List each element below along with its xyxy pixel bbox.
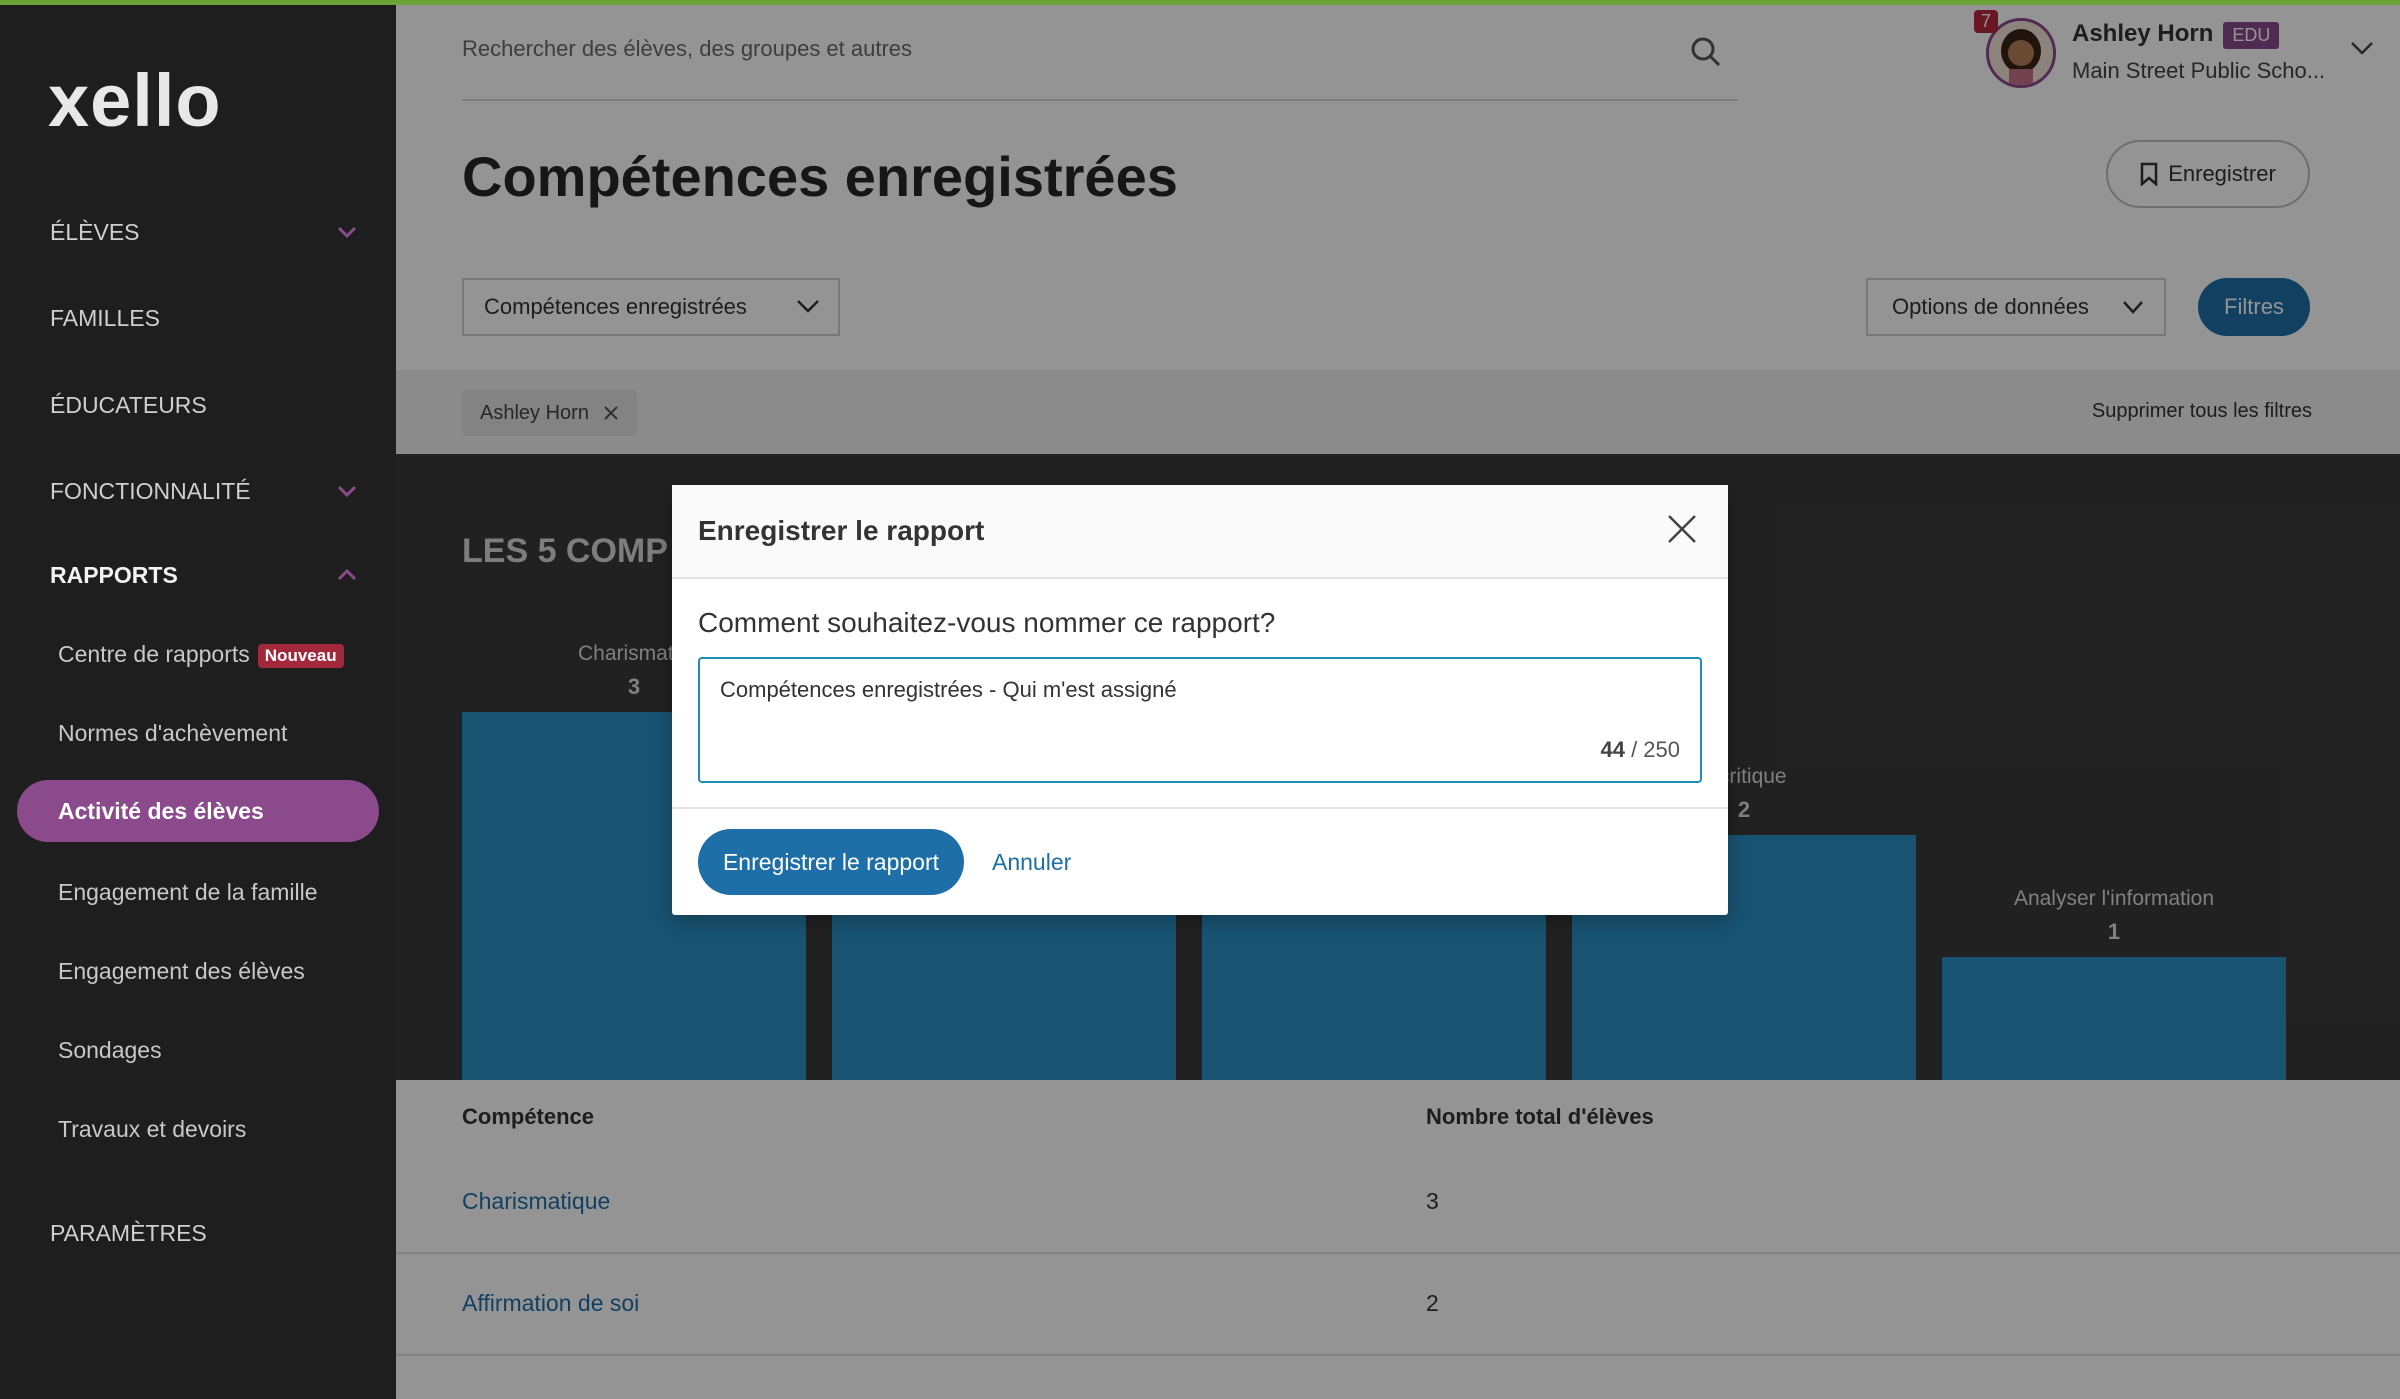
sub-label: Engagement de la famille [58, 879, 318, 905]
nav-rapports[interactable]: RAPPORTS [50, 562, 178, 589]
input-value: Compétences enregistrées - Qui m'est ass… [720, 677, 1177, 702]
save-report-dialog: Enregistrer le rapport Comment souhaitez… [672, 485, 1728, 915]
sub-travaux[interactable]: Travaux et devoirs [58, 1116, 246, 1143]
char-max: / 250 [1631, 737, 1680, 762]
close-icon[interactable] [1666, 513, 1698, 545]
sub-label: Centre de rapports [58, 641, 250, 667]
sub-label: Activité des élèves [58, 798, 264, 824]
new-badge: Nouveau [257, 643, 344, 668]
dialog-footer: Enregistrer le rapport Annuler [672, 807, 1728, 917]
nav-label: PARAMÈTRES [50, 1220, 207, 1246]
sub-label: Normes d'achèvement [58, 720, 288, 746]
nav-fonctionnalite[interactable]: FONCTIONNALITÉ [50, 478, 251, 505]
dialog-header: Enregistrer le rapport [672, 485, 1728, 579]
sidebar: xello ÉLÈVES FAMILLES ÉDUCATEURS FONCTIO… [0, 0, 396, 1399]
sub-label: Travaux et devoirs [58, 1116, 247, 1142]
nav-label: ÉDUCATEURS [50, 392, 207, 418]
nav-label: RAPPORTS [50, 562, 178, 588]
cancel-button[interactable]: Annuler [992, 849, 1071, 876]
nav-label: FAMILLES [50, 305, 160, 331]
dialog-title: Enregistrer le rapport [698, 515, 985, 546]
report-name-input[interactable]: Compétences enregistrées - Qui m'est ass… [698, 657, 1702, 783]
nav-label: FONCTIONNALITÉ [50, 478, 251, 504]
sub-engagement-famille[interactable]: Engagement de la famille [58, 879, 318, 906]
nav-familles[interactable]: FAMILLES [50, 305, 160, 332]
nav-educateurs[interactable]: ÉDUCATEURS [50, 392, 207, 419]
nav-label: ÉLÈVES [50, 219, 140, 245]
nav-parametres[interactable]: PARAMÈTRES [50, 1220, 207, 1247]
chevron-down-icon[interactable] [336, 480, 358, 502]
sub-centre-rapports[interactable]: Centre de rapports Nouveau [58, 641, 344, 668]
sub-label: Sondages [58, 1037, 162, 1063]
chevron-down-icon[interactable] [336, 221, 358, 243]
sub-normes[interactable]: Normes d'achèvement [58, 720, 287, 747]
nav-eleves[interactable]: ÉLÈVES [50, 219, 140, 246]
sub-sondages[interactable]: Sondages [58, 1037, 162, 1064]
confirm-save-button[interactable]: Enregistrer le rapport [698, 829, 964, 895]
char-count: 44 [1600, 737, 1625, 762]
chevron-up-icon[interactable] [336, 564, 358, 586]
dialog-question: Comment souhaitez-vous nommer ce rapport… [698, 607, 1276, 638]
sub-engagement-eleves[interactable]: Engagement des élèves [58, 958, 305, 985]
sub-activite-eleves[interactable]: Activité des élèves [17, 780, 379, 842]
sub-label: Engagement des élèves [58, 958, 305, 984]
char-counter: 44 / 250 [1600, 737, 1680, 763]
xello-logo[interactable]: xello [48, 58, 222, 143]
